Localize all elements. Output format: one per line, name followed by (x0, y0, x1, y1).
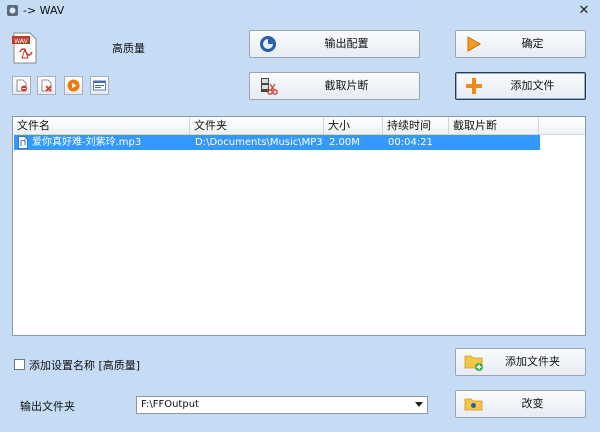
ok-button[interactable]: 确定 (455, 30, 586, 58)
column-header-size[interactable]: 大小 (324, 117, 383, 134)
title-bar: -> WAV ✕ (0, 0, 600, 22)
ok-label: 确定 (521, 37, 544, 50)
output-config-label: 输出配置 (324, 37, 369, 50)
add-setting-name-checkbox[interactable] (14, 359, 25, 370)
folder-add-icon (464, 355, 483, 371)
add-file-button[interactable]: 添加文件 (455, 72, 586, 100)
cell-duration: 00:04:21 (388, 137, 433, 148)
window-title: -> WAV (23, 4, 65, 17)
clip-label: 截取片断 (324, 79, 369, 92)
cell-size: 2.00M (329, 137, 360, 148)
folder-change-icon (464, 398, 483, 411)
preset-label: 高质量 (112, 42, 145, 55)
add-file-label: 添加文件 (510, 79, 555, 92)
gear-settings-icon (260, 36, 276, 52)
app-icon (7, 5, 18, 16)
column-header-duration[interactable]: 持续时间 (383, 117, 449, 134)
cell-folder: D:\Documents\Music\MP3 (195, 137, 323, 148)
chevron-down-icon[interactable] (415, 402, 423, 407)
list-header: 文件名 文件夹 大小 持续时间 截取片断 (13, 117, 585, 135)
output-folder-label: 输出文件夹 (20, 400, 75, 413)
media-info-button[interactable] (90, 76, 109, 95)
output-config-button[interactable]: 输出配置 (249, 30, 420, 58)
cell-filename: 爱你真好难-刘紫玲.mp3 (32, 137, 142, 148)
output-folder-value: F:\FFOutput (141, 399, 199, 410)
add-folder-label: 添加文件夹 (505, 355, 560, 368)
arrow-right-icon (467, 36, 481, 52)
svg-text:WAV: WAV (14, 38, 28, 45)
media-info-icon (93, 80, 106, 91)
column-header-filename[interactable]: 文件名 (13, 117, 190, 134)
add-folder-button[interactable]: 添加文件夹 (455, 348, 586, 376)
play-button[interactable] (64, 76, 83, 95)
close-button[interactable]: ✕ (574, 1, 594, 21)
clip-button[interactable]: 截取片断 (249, 72, 420, 100)
plus-icon (466, 78, 482, 94)
clear-list-icon (41, 79, 52, 92)
audio-file-icon (18, 136, 28, 149)
wav-file-icon: WAV (12, 32, 37, 64)
add-setting-name-label: 添加设置名称 [高质量] (29, 358, 141, 372)
scissors-film-icon (261, 78, 278, 95)
file-list[interactable]: 文件名 文件夹 大小 持续时间 截取片断 爱你真好难-刘紫玲.mp3 D:\Do… (12, 116, 586, 336)
remove-file-button[interactable] (12, 76, 31, 95)
output-folder-select[interactable]: F:\FFOutput (136, 396, 428, 414)
change-label: 改变 (521, 397, 544, 410)
clear-list-button[interactable] (37, 76, 56, 95)
remove-file-icon (16, 79, 27, 92)
column-header-folder[interactable]: 文件夹 (190, 117, 324, 134)
table-row[interactable]: 爱你真好难-刘紫玲.mp3 D:\Documents\Music\MP3 2.0… (14, 135, 540, 150)
play-icon (67, 79, 80, 92)
add-setting-name-option[interactable]: 添加设置名称 [高质量] (14, 358, 141, 372)
change-button[interactable]: 改变 (455, 390, 586, 418)
cell-clip (454, 135, 540, 150)
column-header-clip[interactable]: 截取片断 (449, 117, 539, 134)
